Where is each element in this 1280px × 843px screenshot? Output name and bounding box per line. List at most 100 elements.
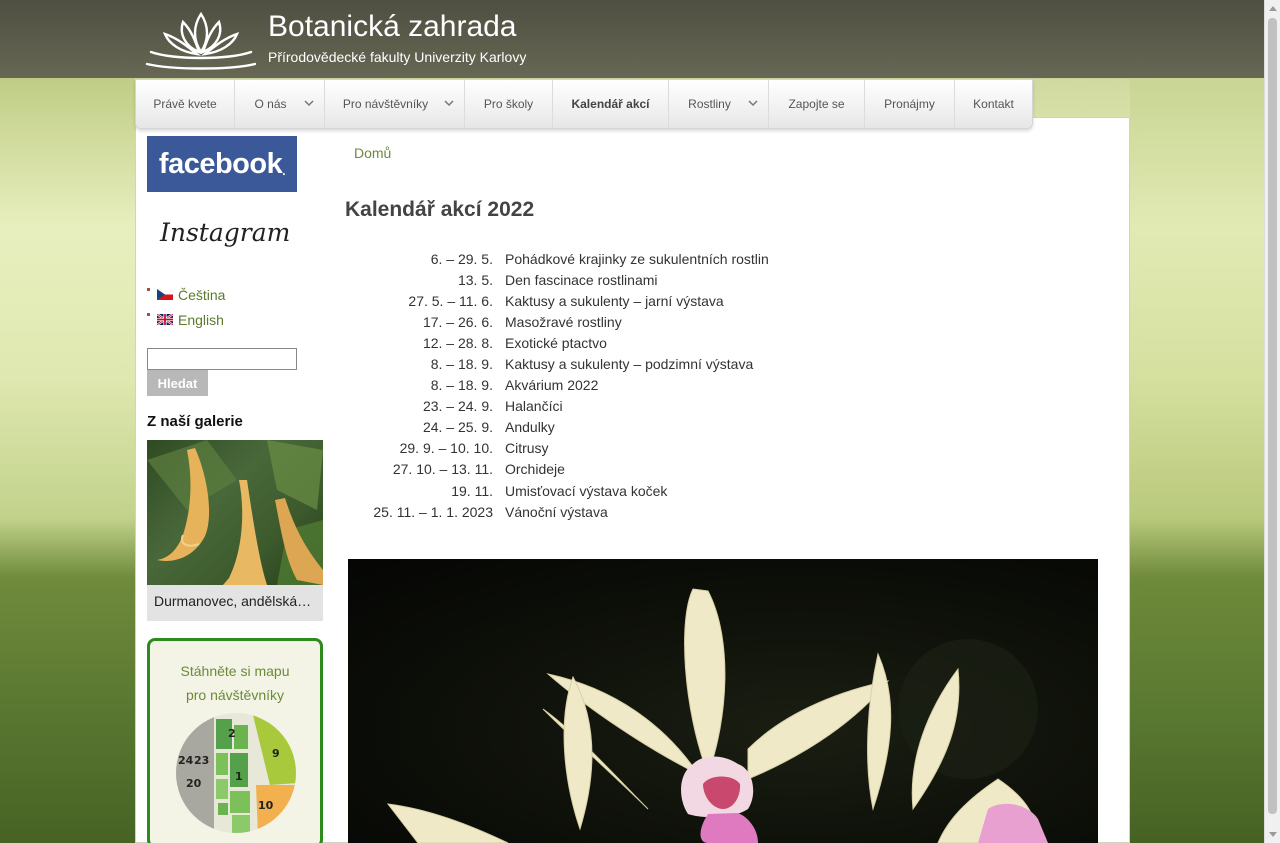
event-date: 23. – 24. 9.: [422, 398, 493, 415]
nav-item-o-nas[interactable]: O nás: [235, 80, 325, 128]
event-name: Masožravé rostliny: [505, 313, 622, 330]
event-date: 8. – 18. 9.: [430, 377, 493, 394]
chevron-down-icon: [444, 100, 454, 107]
map-section-label: 9: [272, 747, 280, 760]
event-name: Kaktusy a sukulenty – jarní výstava: [505, 292, 724, 309]
gallery-caption[interactable]: Durmanovec, andělská…: [147, 585, 323, 621]
search-input[interactable]: [147, 348, 297, 370]
map-text: Stáhněte si mapu pro návštěvníky: [150, 659, 320, 707]
nav-item-rostliny[interactable]: Rostliny: [669, 80, 769, 128]
event-name: Exotické ptactvo: [505, 334, 607, 351]
gallery-title: Z naší galerie: [147, 413, 243, 430]
event-name: Den fascinace rostlinami: [505, 271, 658, 288]
event-row: 27. 5. – 11. 6. Kaktusy a sukulenty – jar…: [345, 290, 769, 311]
event-name: Citrusy: [505, 440, 549, 457]
event-name: Pohádkové krajinky ze sukulentních rostl…: [505, 250, 769, 267]
event-row: 24. – 25. 9. Andulky: [345, 417, 769, 438]
bullet: [147, 313, 150, 316]
nav-label: Pronájmy: [884, 97, 935, 111]
event-name: Vánoční výstava: [505, 503, 608, 520]
map-section-label: 2: [228, 727, 236, 740]
main-navigation: Právě kvete O nás Pro návštěvníky Pro šk…: [135, 79, 1033, 129]
event-date: 12. – 28. 8.: [422, 334, 493, 351]
event-row: 8. – 18. 9. Akvárium 2022: [345, 375, 769, 396]
event-row: 19. 11. Umisťovací výstava koček: [345, 480, 769, 501]
site-subtitle: Přírodovědecké fakulty Univerzity Karlov…: [268, 49, 527, 65]
event-date: 24. – 25. 9.: [422, 419, 493, 436]
background-landscape-right: [1130, 78, 1264, 843]
scrollbar-thumb[interactable]: [1268, 18, 1277, 814]
background-landscape-left: [0, 78, 135, 843]
instagram-link[interactable]: Instagram: [160, 218, 290, 247]
nav-item-pronajmy[interactable]: Pronájmy: [865, 80, 955, 128]
language-label: English: [178, 311, 224, 328]
nav-label: Kalendář akcí: [571, 97, 650, 111]
event-row: 27. 10. – 13. 11. Orchideje: [345, 459, 769, 480]
cz-flag-icon: [157, 289, 173, 300]
datura-flower-icon: [147, 440, 323, 585]
orchid-photo[interactable]: [348, 559, 1098, 843]
event-date: 29. 9. – 10. 10.: [399, 440, 493, 457]
map-section-label: 24: [178, 754, 194, 767]
event-name: Andulky: [505, 419, 555, 436]
facebook-link[interactable]: facebook.: [147, 136, 297, 192]
event-name: Halančíci: [505, 398, 563, 415]
search-button[interactable]: Hledat: [147, 370, 208, 396]
map-text-line: pro návštěvníky: [185, 687, 285, 703]
nav-label: Zapojte se: [788, 97, 845, 111]
event-row: 17. – 26. 6. Masožravé rostliny: [345, 311, 769, 332]
lotus-logo-icon[interactable]: [143, 8, 259, 70]
event-name: Umisťovací výstava koček: [505, 482, 668, 499]
breadcrumb[interactable]: Domů: [354, 145, 391, 161]
events-list: 6. – 29. 5. Pohádkové krajinky ze sukulen…: [345, 248, 769, 522]
language-list: Čeština English: [147, 282, 225, 332]
gallery-image[interactable]: [147, 440, 323, 585]
chevron-down-icon: [304, 100, 314, 107]
event-date: 8. – 18. 9.: [430, 356, 493, 373]
page-title: Kalendář akcí 2022: [345, 198, 535, 221]
nav-item-pro-skoly[interactable]: Pro školy: [465, 80, 553, 128]
language-item-english[interactable]: English: [147, 307, 225, 332]
language-item-cestina[interactable]: Čeština: [147, 282, 225, 307]
orchid-icon: [386, 588, 1048, 843]
event-name: Orchideje: [505, 461, 565, 478]
visitor-map-box[interactable]: Stáhněte si mapu pro návštěvníky 2 9 24 …: [147, 638, 323, 843]
facebook-label: facebook: [158, 147, 283, 180]
event-row: 29. 9. – 10. 10. Citrusy: [345, 438, 769, 459]
event-date: 17. – 26. 6.: [422, 313, 493, 330]
event-name: Akvárium 2022: [505, 377, 599, 394]
nav-label: O nás: [254, 97, 287, 111]
event-date: 6. – 29. 5.: [430, 250, 493, 267]
scrollbar[interactable]: [1264, 0, 1280, 843]
nav-label: Rostliny: [688, 97, 731, 111]
nav-label: Pro školy: [483, 97, 534, 111]
map-text-line: Stáhněte si mapu: [180, 663, 290, 679]
scroll-up-icon[interactable]: [1269, 6, 1277, 11]
event-date: 25. 11. – 1. 1. 2023: [373, 503, 493, 520]
language-label: Čeština: [178, 286, 226, 303]
event-date: 27. 10. – 13. 11.: [392, 461, 493, 478]
nav-item-pro-navstevniky[interactable]: Pro návštěvníky: [325, 80, 465, 128]
nav-item-prave-kvete[interactable]: Právě kvete: [136, 80, 235, 128]
nav-label: Právě kvete: [153, 97, 217, 111]
nav-item-kalendar-akci[interactable]: Kalendář akcí: [553, 80, 669, 128]
garden-map-icon: 2 9 24 23 20 1 10: [176, 713, 296, 833]
event-row: 25. 11. – 1. 1. 2023 Vánoční výstava: [345, 501, 769, 522]
event-row: 13. 5. Den fascinace rostlinami: [345, 269, 769, 290]
nav-label: Pro návštěvníky: [342, 97, 429, 111]
map-section-label: 10: [258, 799, 274, 812]
scroll-down-icon[interactable]: [1269, 832, 1277, 837]
event-row: 6. – 29. 5. Pohádkové krajinky ze sukulen…: [345, 248, 769, 269]
event-date: 27. 5. – 11. 6.: [408, 292, 493, 309]
event-date: 13. 5.: [457, 271, 493, 288]
nav-item-zapojte-se[interactable]: Zapojte se: [769, 80, 865, 128]
nav-label: Kontakt: [973, 97, 1014, 111]
nav-item-kontakt[interactable]: Kontakt: [955, 80, 1032, 128]
map-section-label: 23: [194, 754, 209, 767]
uk-flag-icon: [157, 314, 173, 325]
site-title[interactable]: Botanická zahrada: [268, 10, 517, 44]
event-row: 12. – 28. 8. Exotické ptactvo: [345, 332, 769, 353]
event-date: 19. 11.: [451, 482, 493, 499]
map-section-label: 20: [186, 777, 202, 790]
event-row: 23. – 24. 9. Halančíci: [345, 396, 769, 417]
